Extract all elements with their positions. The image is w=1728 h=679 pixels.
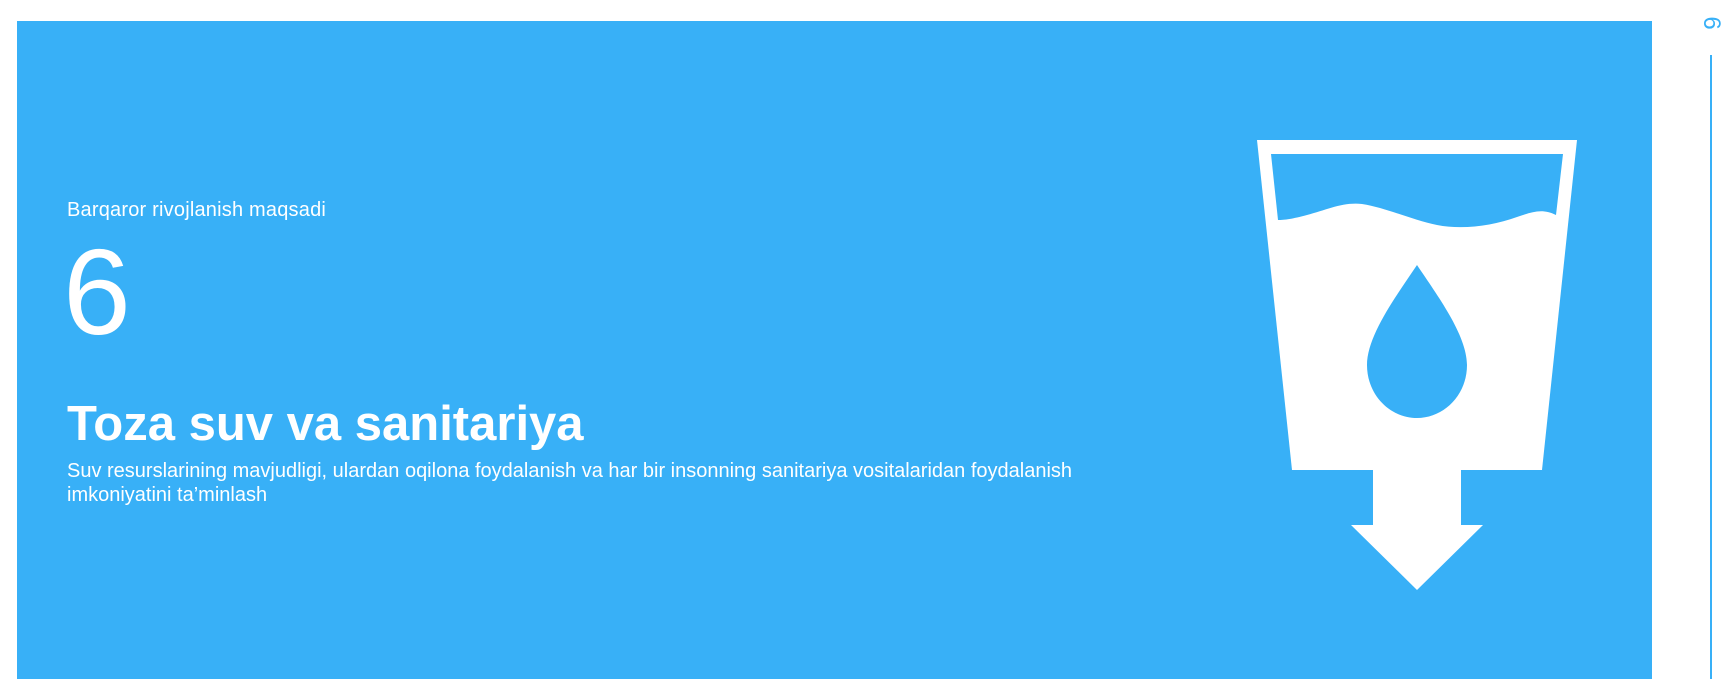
goal-description: Suv resurslarining mavjudligi, ulardan o… bbox=[67, 460, 1073, 506]
goal-hero-panel: Barqaror rivojlanish maqsadi 6 Toza suv … bbox=[17, 21, 1652, 679]
goal-title: Toza suv va sanitariya bbox=[67, 396, 584, 451]
side-scroll-line bbox=[1710, 55, 1712, 679]
page: Barqaror rivojlanish maqsadi 6 Toza suv … bbox=[0, 0, 1728, 679]
goal-number: 6 bbox=[63, 224, 131, 360]
goal-eyebrow: Barqaror rivojlanish maqsadi bbox=[67, 199, 327, 221]
side-goal-number[interactable]: 6 bbox=[1698, 10, 1725, 36]
water-glass-drop-arrow-icon bbox=[1257, 140, 1577, 590]
